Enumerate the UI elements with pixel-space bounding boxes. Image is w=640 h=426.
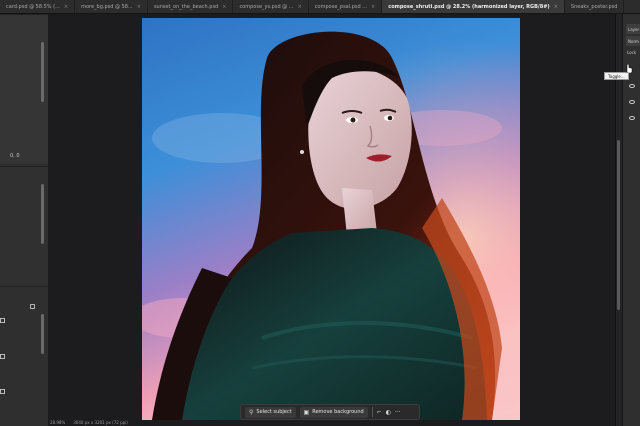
remove-background-button[interactable]: ▣ Remove background (299, 406, 368, 418)
zoom-level[interactable]: 28.98% (50, 420, 65, 425)
visibility-eye-icon[interactable] (629, 100, 635, 104)
select-subject-button[interactable]: ⚲ Select subject (245, 406, 296, 418)
close-icon[interactable]: × (298, 4, 302, 10)
person-icon: ⚲ (249, 408, 254, 416)
panel-scrollbar[interactable] (41, 42, 44, 102)
tab-label: card.psd @ 58.5% (... (6, 4, 60, 10)
tab-compose-ys[interactable]: compose_ys.psd @ ... × (233, 0, 309, 13)
lock-label: Lock (627, 50, 637, 55)
blend-mode-dropdown[interactable]: Norm (626, 36, 640, 46)
status-bar: 28.98% 3040 px x 3201 px (72 ppi) (48, 419, 248, 426)
select-subject-label: Select subject (256, 409, 292, 415)
tab-sunset[interactable]: sunset_on_the_beach.psd × (148, 0, 234, 13)
image-icon: ▣ (303, 408, 310, 416)
document-tab-bar: card.psd @ 58.5% (... × more_bg.psd @ 58.… (0, 0, 640, 14)
tab-label: Sneaks_poster.psd (570, 4, 618, 10)
document-canvas[interactable] (142, 18, 520, 420)
close-icon[interactable]: × (371, 4, 375, 10)
layer-icon[interactable] (0, 318, 5, 323)
settings-icon[interactable] (30, 304, 35, 309)
visibility-eye-icon[interactable] (629, 116, 635, 120)
tab-label: compose_psal.psd ... (314, 4, 368, 10)
tab-label: more_bg.psd @ 58... (81, 4, 133, 10)
contextual-task-bar: ⚲ Select subject ▣ Remove background ⌐ ◐… (240, 404, 420, 420)
mask-icon[interactable]: ◐ (386, 409, 391, 416)
portrait-image (142, 18, 520, 420)
more-options-icon[interactable]: ··· (395, 409, 401, 416)
panel-scrollbar[interactable] (41, 184, 44, 244)
layers-button[interactable]: Layer (626, 24, 640, 34)
tab-sneaks-poster[interactable]: Sneaks_poster.psd (565, 0, 625, 13)
coordinate-readout: 0, 0 (10, 153, 20, 159)
vertical-scrollbar[interactable] (617, 140, 620, 310)
divider (371, 407, 373, 417)
tab-label: compose_shruti.psd @ 28.2% (harmonized l… (388, 4, 550, 10)
hand-cursor-icon (626, 63, 633, 73)
tab-label: compose_ys.psd @ ... (239, 4, 294, 10)
tab-card[interactable]: card.psd @ 58.5% (... × (0, 0, 76, 13)
panel-scrollbar[interactable] (41, 314, 44, 354)
layer-icon[interactable] (0, 389, 5, 394)
remove-background-label: Remove background (312, 409, 364, 415)
close-icon[interactable]: × (222, 4, 226, 10)
tooltip: Toggle... (604, 72, 629, 80)
transform-icon[interactable]: ⌐ (377, 409, 382, 416)
tab-compose-shruti[interactable]: compose_shruti.psd @ 28.2% (harmonized l… (382, 0, 565, 13)
tab-more-bg[interactable]: more_bg.psd @ 58... × (75, 0, 148, 13)
document-size: 3040 px x 3201 px (72 ppi) (73, 420, 128, 425)
close-icon[interactable]: × (64, 4, 68, 10)
layers-panel (0, 286, 48, 426)
tab-label: sunset_on_the_beach.psd (153, 4, 219, 10)
tab-compose-psal[interactable]: compose_psal.psd ... × (309, 0, 383, 13)
left-panel: 0, 0 (0, 14, 48, 426)
close-icon[interactable]: × (137, 4, 141, 10)
visibility-eye-icon[interactable] (629, 84, 635, 88)
layer-icon[interactable] (0, 354, 5, 359)
close-icon[interactable]: × (554, 4, 558, 10)
